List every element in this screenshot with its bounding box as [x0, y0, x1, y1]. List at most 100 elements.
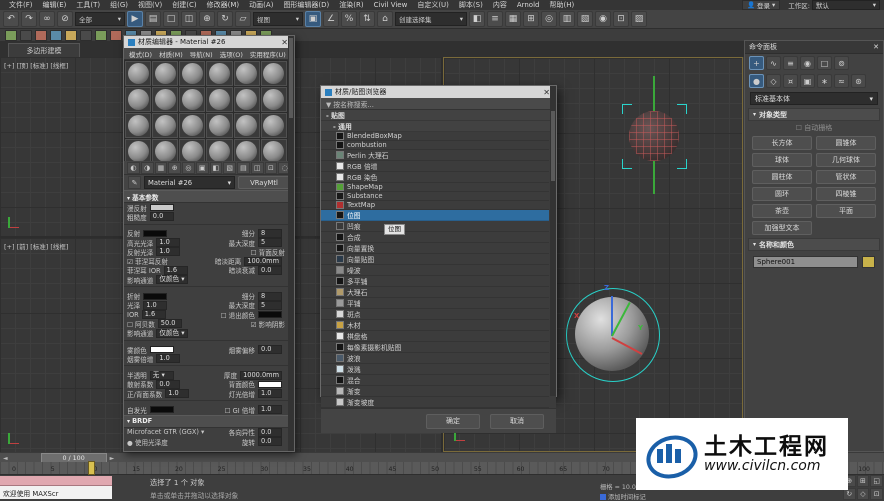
material-sample-slot[interactable] [125, 61, 151, 86]
map-list-item[interactable]: 渐变 [321, 386, 549, 397]
create-category-icon[interactable]: ● [749, 74, 764, 88]
toolbar-icon[interactable]: ↻ [217, 11, 233, 27]
parameter-row[interactable]: 自发光 ☐ GI 倍增 1.0 [124, 405, 288, 414]
create-category-icon[interactable]: ¤ [783, 74, 798, 88]
toolbar-icon[interactable]: ▧ [577, 11, 593, 27]
reference-coordinate-dropdown[interactable]: 视图▾ [253, 12, 303, 26]
toolbar-icon[interactable]: ▥ [559, 11, 575, 27]
menu-item[interactable]: 创建(C) [167, 1, 201, 9]
menu-item[interactable]: 脚本(S) [454, 1, 488, 9]
workspace-select[interactable]: 默认▾ [812, 0, 880, 10]
material-editor-tool-icon[interactable]: ▧ [223, 162, 236, 174]
menu-item[interactable]: 视图(V) [133, 1, 167, 9]
primitive-button[interactable]: 加强型文本 [752, 221, 812, 235]
color-swatch[interactable] [150, 346, 174, 353]
command-panel-tab-icon[interactable]: □ [817, 56, 832, 70]
menu-item[interactable]: 内容 [488, 1, 512, 9]
command-panel-titlebar[interactable]: 命令面板 ✕ [745, 41, 883, 54]
object-color-swatch[interactable] [862, 256, 875, 268]
material-editor-titlebar[interactable]: 材质编辑器 - Material #26 ✕ [124, 36, 294, 48]
primitive-button[interactable]: 四棱锥 [816, 187, 876, 201]
parameter-row[interactable]: ☑ 菲涅耳反射 暗淡距离 100.0mm [124, 256, 288, 265]
menu-item[interactable]: 组(G) [105, 1, 133, 9]
material-sample-slot[interactable] [234, 113, 260, 138]
color-swatch[interactable] [143, 293, 167, 300]
toolbar-icon[interactable]: ▣ [305, 11, 321, 27]
parameter-row[interactable]: 影响通道 仅颜色 ▾ [124, 275, 288, 284]
parameter-row[interactable]: ● 使用光泽度 旋转 0.0 [124, 437, 288, 446]
material-name-dropdown[interactable]: Material #26▾ [144, 176, 235, 189]
material-sample-slot[interactable] [261, 87, 287, 112]
toolbar-icon[interactable]: ⇅ [359, 11, 375, 27]
menu-item[interactable]: 修改器(M) [202, 1, 245, 9]
toolbar-icon[interactable]: ▤ [145, 11, 161, 27]
parameter-value[interactable]: 仅颜色 ▾ [156, 275, 187, 284]
parameter-row[interactable]: 高光光泽 1.0 最大深度 5 [124, 238, 288, 247]
parameter-row[interactable]: ☐ 阿贝数 50.0 ☑ 影响阴影 [124, 319, 288, 328]
color-swatch[interactable] [150, 204, 174, 211]
material-editor-tool-icon[interactable]: ⊡ [265, 162, 278, 174]
menu-item[interactable]: 编辑(E) [38, 1, 72, 9]
object-name-field[interactable]: Sphere001 [753, 256, 858, 268]
parameter-value[interactable]: 1.6 [164, 266, 188, 275]
menu-item[interactable]: 渲染(R) [334, 1, 368, 9]
parameter-value[interactable]: 1.0 [143, 301, 167, 310]
menu-item[interactable]: Arnold [512, 1, 545, 9]
material-sample-slot[interactable] [152, 87, 178, 112]
viewport-front-label[interactable]: [+] [前] [标准] [线框] [4, 241, 68, 251]
map-list-scrollbar[interactable] [550, 86, 556, 396]
menu-item[interactable]: 帮助(H) [544, 1, 579, 9]
toolbar-icon[interactable]: ⊞ [523, 11, 539, 27]
parameter-value[interactable]: 50.0 [158, 319, 182, 328]
material-sample-slot[interactable] [125, 113, 151, 138]
material-editor-tool-icon[interactable]: ⊕ [168, 162, 181, 174]
menu-item[interactable]: 图形编辑器(D) [278, 1, 334, 9]
toolbar-icon[interactable]: ▱ [235, 11, 251, 27]
parameter-value[interactable]: 1.0 [258, 389, 282, 398]
ribbon-icon[interactable] [65, 30, 77, 41]
material-editor-tool-icon[interactable]: ◐ [127, 162, 140, 174]
material-editor-menu-item[interactable]: 选项(O) [220, 49, 243, 59]
parameter-row[interactable]: 折射 细分 8 [124, 291, 288, 300]
material-sample-slot[interactable] [125, 139, 151, 161]
toolbar-icon[interactable]: ⊘ [57, 11, 73, 27]
map-list-item[interactable]: 合成 [321, 232, 549, 243]
parameter-value[interactable]: 0.0 [258, 266, 282, 275]
time-slider-marker[interactable] [88, 461, 95, 475]
material-sample-slot[interactable] [152, 113, 178, 138]
parameter-row[interactable]: 粗糙度 0.0 [124, 212, 288, 221]
color-swatch[interactable] [258, 311, 282, 318]
viewport-top-label[interactable]: [+] [顶] [标准] [线框] [4, 60, 68, 70]
primitive-button[interactable]: 平面 [816, 204, 876, 218]
parameter-value[interactable]: 0.0 [258, 437, 282, 446]
material-editor-tool-icon[interactable]: ▦ [155, 162, 168, 174]
map-list-item[interactable]: 混合 [321, 375, 549, 386]
parameter-value[interactable]: 0.0 [156, 380, 180, 389]
material-editor-menu-item[interactable]: 模式(D) [129, 49, 152, 59]
material-sample-slot[interactable] [152, 139, 178, 161]
primitive-button[interactable]: 球体 [752, 153, 812, 167]
selection-filter-dropdown[interactable]: 全部▾ [75, 12, 125, 26]
eyedropper-icon[interactable]: ✎ [128, 176, 141, 189]
parameter-value[interactable]: 5 [258, 238, 282, 247]
map-list-item[interactable]: 大理石 [321, 287, 549, 298]
primitive-button[interactable]: 管状体 [816, 170, 876, 184]
ribbon-icon[interactable] [20, 30, 32, 41]
parameter-row[interactable]: 烟雾倍增 1.0 [124, 354, 288, 363]
parameter-value[interactable]: 1.0 [258, 405, 282, 414]
parameter-row[interactable]: 影响通道 仅颜色 ▾ [124, 329, 288, 338]
menu-item[interactable]: 文件(F) [4, 1, 38, 9]
parameter-value[interactable]: 无 ▾ [150, 371, 174, 380]
parameter-value[interactable]: 100.0mm [244, 257, 282, 266]
ribbon-icon[interactable] [5, 30, 17, 41]
toolbar-icon[interactable]: □ [163, 11, 179, 27]
color-swatch[interactable] [143, 230, 167, 237]
primitive-button[interactable]: 圆锥体 [816, 136, 876, 150]
toolbar-icon[interactable]: ◉ [595, 11, 611, 27]
parameter-row[interactable]: 基本参数 [124, 190, 288, 203]
toolbar-icon[interactable]: ↷ [21, 11, 37, 27]
menu-item[interactable]: 自定义(U) [412, 1, 454, 9]
material-editor-tool-icon[interactable]: ▣ [196, 162, 209, 174]
viewport-nav-icon[interactable]: ⊡ [870, 488, 883, 500]
command-panel-tab-icon[interactable]: ◉ [800, 56, 815, 70]
